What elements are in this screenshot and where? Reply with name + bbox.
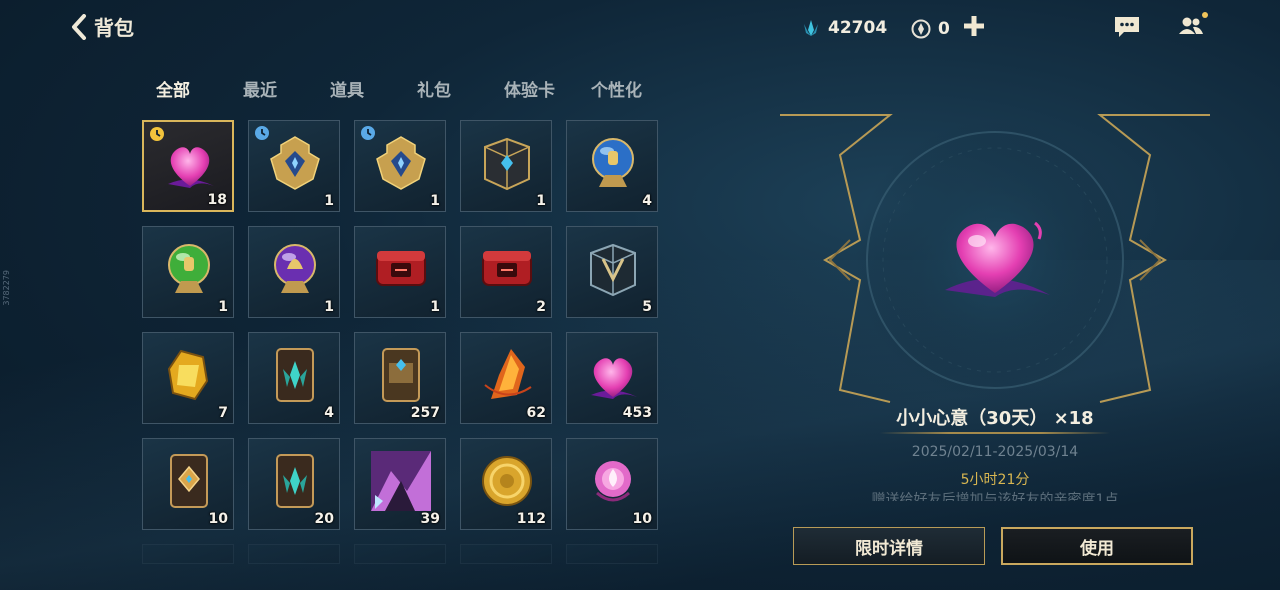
timed-clock-icon: [255, 126, 269, 140]
blue-orb-icon: [592, 138, 634, 187]
gold-emblem-icon: [376, 136, 426, 190]
gem-card-icon: [382, 348, 420, 402]
item-count: 453: [622, 405, 652, 421]
gold-coin-icon: [482, 456, 532, 506]
category-tabs: 全部 最近 道具 礼包 体验卡 个性化: [148, 76, 670, 101]
pink-rose-icon: [595, 461, 631, 502]
limited-time-details-button[interactable]: 限时详情: [793, 527, 985, 565]
gold-gem-icon: [167, 349, 209, 401]
selected-item-heart-icon: [945, 221, 1050, 297]
item-count: 20: [314, 511, 334, 527]
blue-essence-icon: [804, 20, 818, 36]
champion-skin-icon: [371, 451, 431, 511]
back-button[interactable]: 背包: [70, 12, 134, 41]
essence-card-icon: [276, 348, 314, 402]
item-count: 1: [430, 193, 440, 209]
item-count: 10: [208, 511, 228, 527]
chevron-left-icon: [72, 13, 86, 40]
red-box-icon: [482, 251, 532, 286]
tab-personalize[interactable]: 个性化: [583, 76, 670, 101]
item-count: 1: [430, 299, 440, 315]
item-count: 7: [218, 405, 228, 421]
item-title: 小小心意（30天） ×18: [896, 408, 1094, 429]
inventory-slot[interactable]: 1: [354, 120, 446, 212]
inventory-slot[interactable]: 4: [248, 332, 340, 424]
heart-icon: [168, 147, 214, 188]
tab-all[interactable]: 全部: [148, 76, 235, 101]
item-count: 1: [536, 193, 546, 209]
tab-trial-cards[interactable]: 体验卡: [496, 76, 583, 101]
add-currency-icon[interactable]: [962, 14, 986, 38]
riot-points-value: 0: [938, 19, 950, 39]
item-count: 257: [410, 405, 440, 421]
timed-clock-icon: [361, 126, 375, 140]
flame-shard-icon: [484, 349, 532, 399]
inventory-slot[interactable]: 453: [566, 332, 658, 424]
inventory-slot[interactable]: 10: [566, 438, 658, 530]
inventory-slot-partial[interactable]: [354, 544, 446, 564]
inventory-slot[interactable]: 1: [354, 226, 446, 318]
riot-points-balance: 0: [910, 18, 950, 40]
tab-bundles[interactable]: 礼包: [409, 76, 496, 101]
tab-props[interactable]: 道具: [322, 76, 409, 101]
page-title: 背包: [94, 16, 134, 40]
token-card-icon: [170, 454, 208, 508]
inventory-slot[interactable]: 20: [248, 438, 340, 530]
validity-date-range: 2025/02/11-2025/03/14: [911, 444, 1079, 460]
inventory-slot-partial[interactable]: [566, 544, 658, 564]
item-count: 2: [536, 299, 546, 315]
inventory-slot[interactable]: 39: [354, 438, 446, 530]
item-count: 1: [324, 193, 334, 209]
item-count: 5: [642, 299, 652, 315]
item-count: 10: [632, 511, 652, 527]
blue-essence-value: 42704: [828, 18, 888, 38]
inventory-slot[interactable]: 1: [460, 120, 552, 212]
item-count: 39: [420, 511, 440, 527]
build-code: 3782279: [2, 270, 11, 306]
inventory-slot[interactable]: 1: [142, 226, 234, 318]
gold-emblem-icon: [270, 136, 320, 190]
inventory-slot[interactable]: 62: [460, 332, 552, 424]
heart-icon: [591, 358, 637, 399]
green-orb-icon: [168, 244, 210, 293]
red-box-icon: [376, 251, 426, 286]
inventory-slot-partial[interactable]: [460, 544, 552, 564]
item-count: 4: [324, 405, 334, 421]
inventory-slot[interactable]: 5: [566, 226, 658, 318]
title-divider: [880, 432, 1110, 434]
item-count: 18: [207, 192, 227, 208]
item-count: 62: [526, 405, 546, 421]
inventory-slot[interactable]: 7: [142, 332, 234, 424]
notification-dot: [1202, 12, 1208, 18]
inventory-slot[interactable]: 112: [460, 438, 552, 530]
use-button[interactable]: 使用: [1001, 527, 1193, 565]
item-count: 112: [516, 511, 546, 527]
hextech-chest-icon: [484, 137, 530, 191]
item-count: 4: [642, 193, 652, 209]
purple-orb-icon: [274, 244, 316, 293]
friends-icon[interactable]: [1176, 14, 1206, 40]
time-remaining: 5小时21分: [960, 472, 1030, 488]
item-count: 1: [218, 299, 228, 315]
inventory-slot[interactable]: 257: [354, 332, 446, 424]
inventory-slot[interactable]: 1: [248, 226, 340, 318]
item-description: 赠送给好友后增加与该好友的亲密度1点: [871, 492, 1119, 501]
item-count: 1: [324, 299, 334, 315]
inventory-slot[interactable]: 4: [566, 120, 658, 212]
blue-essence-balance: 42704: [800, 18, 887, 38]
rp-coin-icon: [911, 19, 931, 39]
inventory-slot[interactable]: 2: [460, 226, 552, 318]
inventory-slot[interactable]: 10: [142, 438, 234, 530]
chat-icon[interactable]: [1112, 14, 1142, 40]
tab-recent[interactable]: 最近: [235, 76, 322, 101]
inventory-slot-partial[interactable]: [248, 544, 340, 564]
essence-card-icon: [276, 454, 314, 508]
timed-clock-icon: [150, 127, 164, 141]
inventory-slot[interactable]: 18: [142, 120, 234, 212]
mastery-chest-icon: [590, 243, 636, 297]
inventory-slot[interactable]: 1: [248, 120, 340, 212]
inventory-slot-partial[interactable]: [142, 544, 234, 564]
